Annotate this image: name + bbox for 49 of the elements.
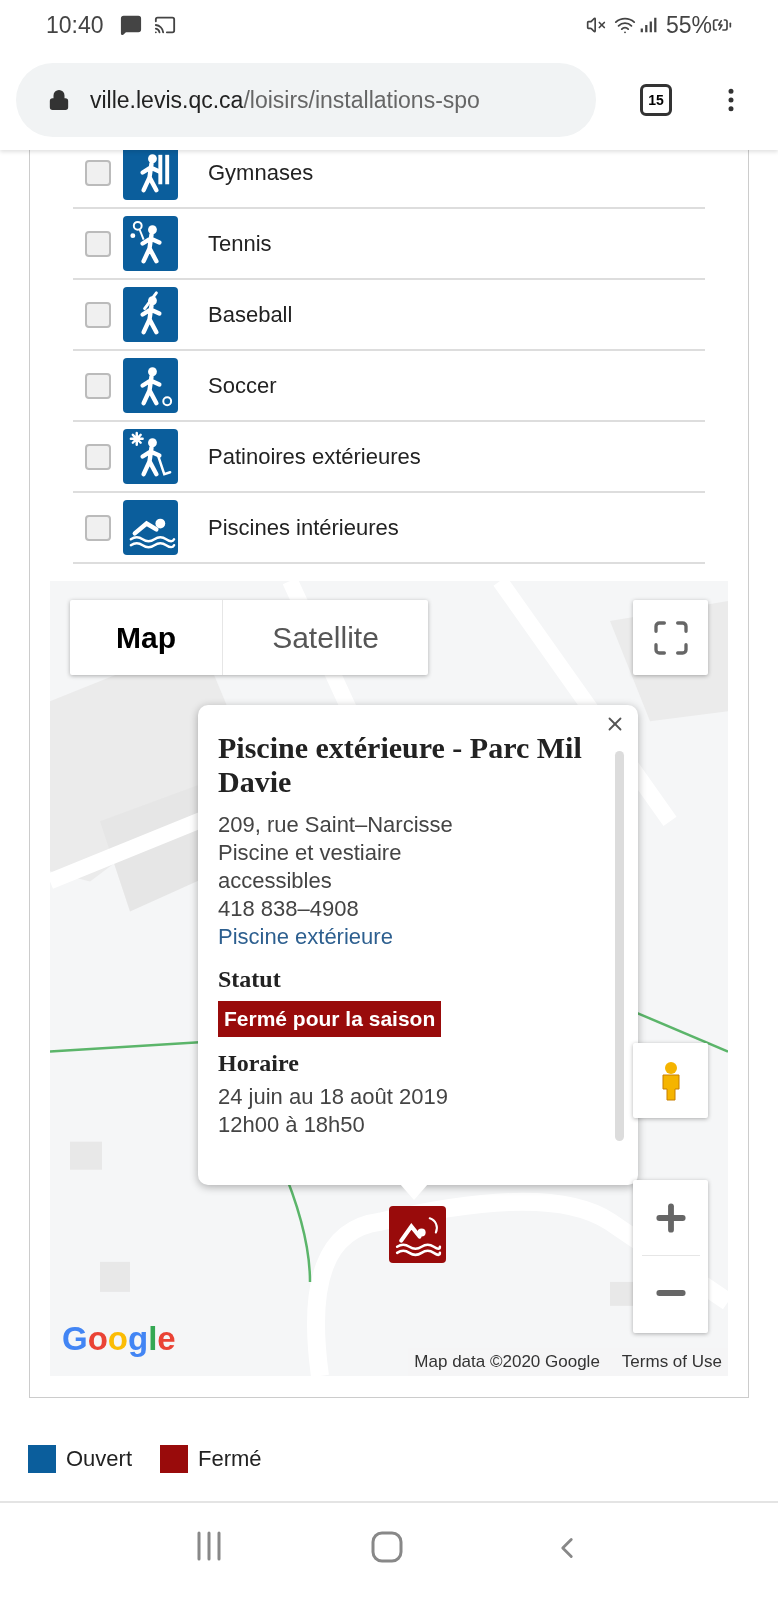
legend-label: Ouvert	[66, 1445, 133, 1473]
signal-icon	[639, 16, 658, 34]
legend-label: Fermé	[198, 1445, 262, 1473]
pool-marker-icon[interactable]	[389, 1206, 446, 1263]
cast-icon	[153, 14, 176, 36]
address-bar[interactable]: ville.levis.qc.ca/loisirs/installations-spo	[16, 63, 596, 137]
status-time: 10:40	[46, 10, 104, 40]
google-logo: Google	[62, 1319, 176, 1359]
home-icon[interactable]	[371, 1531, 403, 1563]
popup-title: Piscine extérieure - Parc Mil Davie	[218, 731, 583, 799]
batter-icon	[123, 287, 178, 342]
lock-icon	[48, 88, 70, 112]
map-type-tab[interactable]: Satellite	[222, 600, 428, 675]
scrollbar-thumb[interactable]	[615, 751, 624, 1141]
message-icon	[119, 14, 142, 36]
facility-label: Soccer	[208, 372, 277, 400]
popup-detail: 209, rue Saint–Narcisse	[218, 811, 454, 839]
battery-percent: 55%	[665, 10, 712, 40]
checkbox[interactable]	[85, 301, 111, 328]
swimmer-icon	[123, 500, 178, 555]
checkbox[interactable]	[85, 372, 111, 399]
url-text: ville.levis.qc.ca/loisirs/installations-spo	[90, 85, 480, 115]
tab-count-button[interactable]: 15	[640, 84, 672, 116]
checkbox[interactable]	[85, 514, 111, 541]
tennis-player-icon	[123, 216, 178, 271]
mute-icon	[585, 15, 606, 35]
map-attribution: Map data ©2020 Google	[414, 1351, 600, 1374]
facility-label: Patinoires extérieures	[208, 443, 421, 471]
fullscreen-button[interactable]	[633, 600, 708, 675]
facility-label: Baseball	[208, 301, 293, 329]
popup-detail: Piscine et vestiaire accessibles	[218, 839, 403, 895]
status-heading: Statut	[218, 965, 282, 994]
terms-link[interactable]: Terms of Use	[621, 1349, 722, 1375]
category-link[interactable]: Piscine extérieure	[218, 924, 393, 949]
checkbox[interactable]	[85, 159, 111, 186]
status-badge: Fermé pour la saison	[218, 1001, 442, 1037]
hours-line: 24 juin au 18 août 2019	[218, 1082, 449, 1111]
hours-line: 12h00 à 18h50	[218, 1110, 366, 1139]
facility-label: Tennis	[208, 230, 272, 258]
checkbox[interactable]	[85, 230, 111, 257]
hours-heading: Horaire	[218, 1048, 300, 1078]
hockey-player-icon	[123, 429, 178, 484]
facility-label: Piscines intérieures	[208, 514, 399, 542]
soccer-player-icon	[123, 358, 178, 413]
map-type-tab[interactable]: Map	[70, 600, 222, 675]
street-view-button[interactable]	[633, 1043, 708, 1118]
facility-label: Gymnases	[208, 159, 314, 187]
popup-detail: 418 838–4908	[218, 895, 360, 923]
checkbox[interactable]	[85, 443, 111, 470]
